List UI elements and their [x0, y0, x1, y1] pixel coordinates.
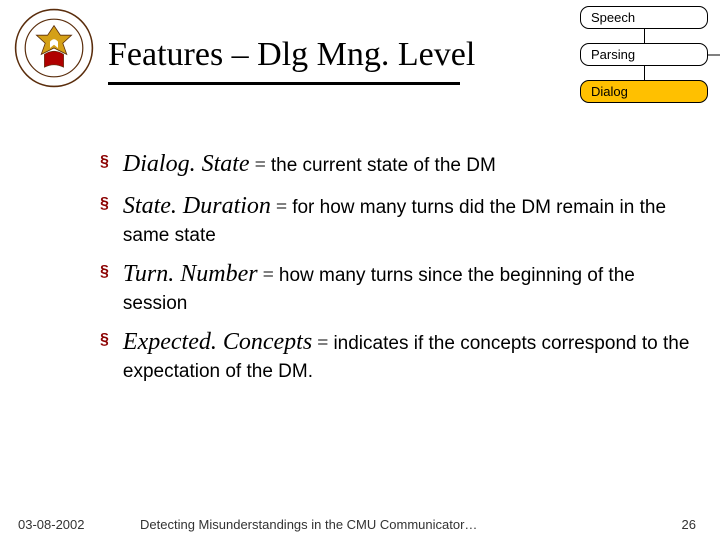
- footer-page-number: 26: [682, 517, 696, 532]
- bullet-icon: §: [100, 154, 109, 170]
- bullet-text: Expected. Concepts = indicates if the co…: [123, 326, 690, 384]
- bullet-icon: §: [100, 196, 109, 212]
- bullet-text: State. Duration = for how many turns did…: [123, 190, 690, 248]
- list-item: § Expected. Concepts = indicates if the …: [100, 326, 690, 384]
- slide-header: Features – Dlg Mng. Level Speech Parsing…: [0, 0, 720, 110]
- stack-connector: [580, 29, 708, 43]
- arrow-right-icon: [707, 49, 720, 61]
- title-underline: [108, 82, 460, 85]
- equals-sign: =: [258, 264, 279, 286]
- feature-term: Turn. Number: [123, 261, 258, 287]
- feature-desc: the current state of the DM: [271, 155, 496, 176]
- pipeline-stack: Speech Parsing Dialog: [580, 6, 708, 103]
- equals-sign: =: [250, 154, 271, 176]
- list-item: § State. Duration = for how many turns d…: [100, 190, 690, 248]
- stack-speech: Speech: [580, 6, 708, 29]
- list-item: § Turn. Number = how many turns since th…: [100, 258, 690, 316]
- stack-label: Speech: [591, 10, 635, 25]
- stack-label: Parsing: [591, 47, 635, 62]
- stack-dialog: Dialog: [580, 80, 708, 103]
- list-item: § Dialog. State = the current state of t…: [100, 148, 690, 180]
- bullet-list: § Dialog. State = the current state of t…: [100, 148, 690, 394]
- footer-subtitle: Detecting Misunderstandings in the CMU C…: [140, 517, 477, 532]
- footer-date: 03-08-2002: [18, 517, 85, 532]
- feature-term: State. Duration: [123, 193, 271, 219]
- cmu-seal-logo: [14, 8, 94, 88]
- feature-term: Dialog. State: [123, 151, 250, 177]
- stack-parsing: Parsing: [580, 43, 708, 66]
- page-title: Features – Dlg Mng. Level: [108, 36, 475, 74]
- stack-label: Dialog: [591, 84, 628, 99]
- equals-sign: =: [271, 196, 292, 218]
- bullet-text: Dialog. State = the current state of the…: [123, 148, 690, 180]
- bullet-icon: §: [100, 264, 109, 280]
- bullet-text: Turn. Number = how many turns since the …: [123, 258, 690, 316]
- feature-term: Expected. Concepts: [123, 329, 312, 355]
- bullet-icon: §: [100, 332, 109, 348]
- equals-sign: =: [312, 332, 333, 354]
- stack-connector: [580, 66, 708, 80]
